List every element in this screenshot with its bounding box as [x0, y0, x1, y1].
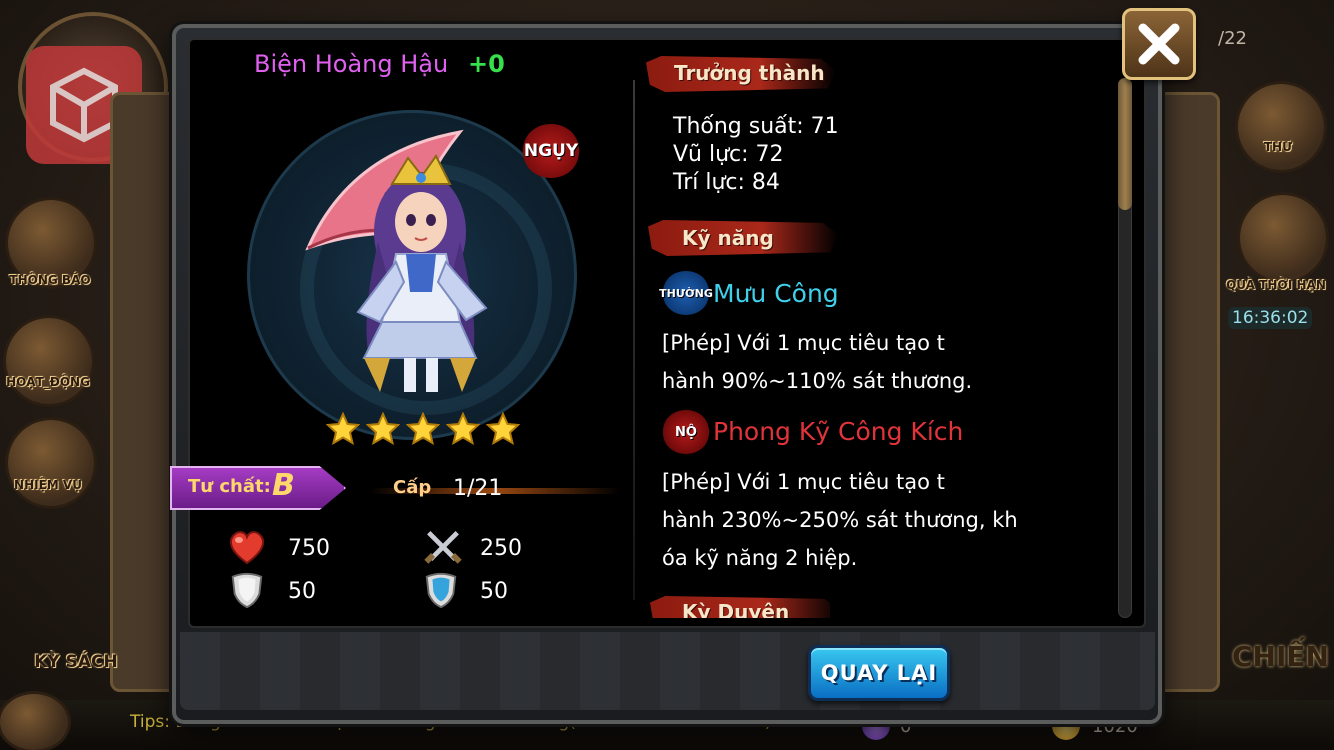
star-icon	[406, 412, 440, 446]
gift-timer: 16:36:02	[1228, 307, 1313, 329]
event-label: HOẠT_ĐỘNG	[6, 375, 90, 389]
back-button-label: QUAY LẠI	[820, 661, 938, 685]
dialog-footer	[180, 632, 1155, 710]
hero-enhance-level: +0	[468, 50, 505, 78]
attack-value: 250	[480, 536, 522, 561]
notice-label: THÔNG BÁO	[9, 273, 91, 287]
command-attribute: Thống suất: 71	[673, 114, 839, 139]
defense-value: 50	[288, 579, 316, 604]
hp-value: 750	[288, 536, 330, 561]
star-icon	[326, 412, 360, 446]
normal-skill-desc-line: hành 90%~110% sát thương.	[662, 369, 973, 393]
battle-label: CHIẾN	[1232, 640, 1329, 673]
chat-icon[interactable]	[0, 694, 68, 750]
star-icon	[366, 412, 400, 446]
hero-name: Biện Hoàng Hậu	[254, 50, 449, 78]
shield-icon	[231, 572, 263, 609]
heart-icon	[229, 531, 265, 565]
hero-portrait	[305, 129, 488, 392]
quest-label: NHIỆM VỤ	[14, 478, 82, 492]
faction-badge: NGỤY	[522, 124, 580, 178]
normal-skill-name[interactable]: Mưu Công	[713, 279, 839, 308]
rage-skill-desc-line: óa kỹ năng 2 hiệp.	[662, 546, 858, 570]
mail-icon[interactable]	[1238, 84, 1324, 170]
intellect-attribute: Trí lực: 84	[673, 170, 780, 195]
top-counter: /22	[1218, 28, 1247, 49]
magic-shield-icon	[425, 572, 457, 609]
gift-label: QUÀ THỜI HẠN	[1226, 278, 1326, 292]
normal-skill-badge: THƯỜNG	[659, 271, 713, 315]
gift-icon[interactable]	[1240, 195, 1326, 281]
force-attribute: Vũ lực: 72	[673, 142, 784, 167]
close-icon	[1138, 23, 1180, 65]
close-button[interactable]	[1122, 8, 1196, 80]
aptitude-label: Tư chất:	[188, 476, 271, 497]
rage-skill-desc-line: hành 230%~250% sát thương, kh	[662, 508, 1018, 532]
crossed-swords-icon	[424, 531, 462, 564]
growth-section-title: Trưởng thành	[674, 61, 825, 85]
rage-skill-desc-line: [Phép] Với 1 mục tiêu tạo t	[662, 470, 945, 494]
normal-skill-desc-line: [Phép] Với 1 mục tiêu tạo t	[662, 331, 945, 355]
level-value: 1/21	[453, 476, 503, 501]
event-icon[interactable]	[6, 318, 92, 404]
back-button[interactable]: QUAY LẠI	[808, 645, 950, 701]
skills-section-title: Kỹ năng	[682, 226, 774, 250]
mail-label: THƯ	[1263, 140, 1293, 154]
strategy-label: KỲ SÁCH	[34, 652, 118, 672]
column-divider	[633, 80, 635, 600]
aptitude-grade: B	[272, 468, 295, 503]
content-scrollbar-thumb[interactable]	[1118, 78, 1132, 210]
hero-star-rating	[326, 412, 520, 446]
rage-skill-badge: NỘ	[662, 410, 710, 454]
quest-icon[interactable]	[8, 420, 94, 506]
star-icon	[486, 412, 520, 446]
star-icon	[446, 412, 480, 446]
rage-skill-name[interactable]: Phong Kỹ Công Kích	[713, 417, 963, 446]
fate-section-title: Kỳ Duyên	[682, 600, 790, 618]
level-label: Cấp	[393, 477, 432, 498]
fate-section-header: Kỳ Duyên	[650, 596, 830, 618]
magic-defense-value: 50	[480, 579, 508, 604]
